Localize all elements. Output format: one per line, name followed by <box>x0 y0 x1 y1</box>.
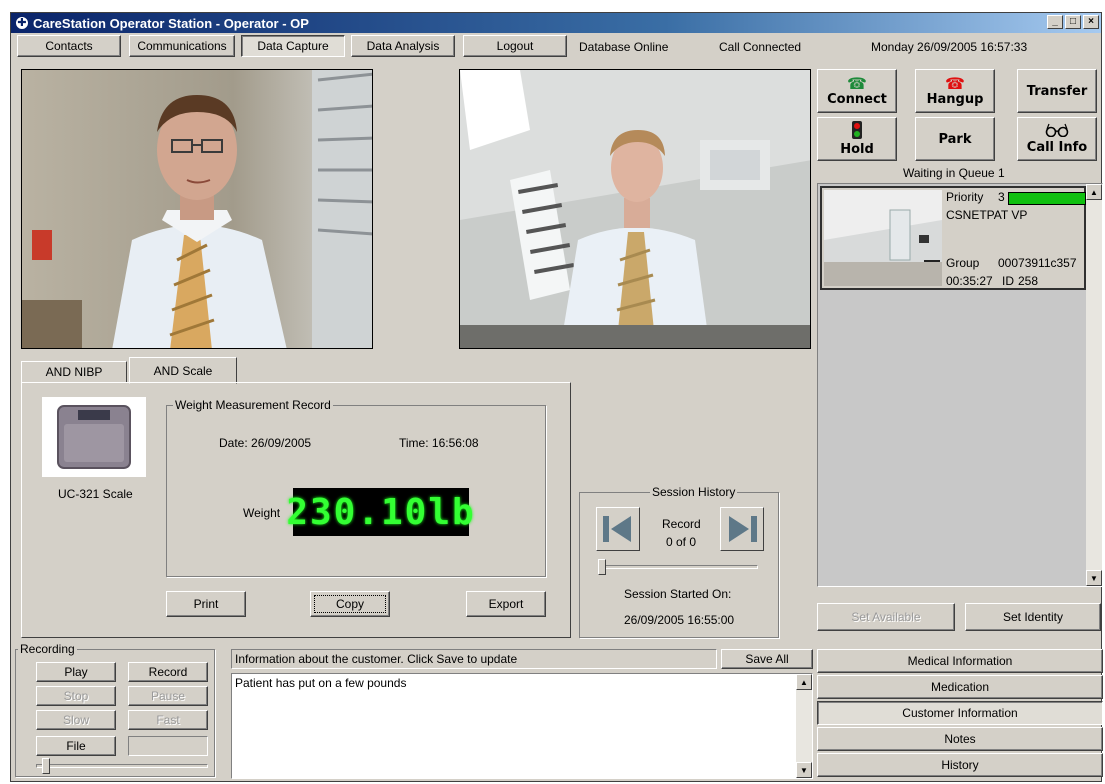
slow-button[interactable]: Slow <box>36 710 116 730</box>
hangup-button[interactable]: ☎ Hangup <box>915 69 995 113</box>
weight-record-group: Weight Measurement Record Date: 26/09/20… <box>166 398 546 577</box>
pause-button[interactable]: Pause <box>128 686 208 706</box>
record-button[interactable]: Record <box>128 662 208 682</box>
carestation-app-icon: ✚ <box>15 16 29 30</box>
contacts-button[interactable]: Contacts <box>17 35 121 57</box>
queue-title: Waiting in Queue 1 <box>903 166 1005 180</box>
notes-scrollbar[interactable]: ▲ ▼ <box>796 674 812 778</box>
save-all-button[interactable]: Save All <box>721 649 813 669</box>
play-button[interactable]: Play <box>36 662 116 682</box>
priority-bar-fill <box>1009 193 1085 204</box>
transfer-button[interactable]: Transfer <box>1017 69 1097 113</box>
queue-item[interactable]: Priority 3 CSNETPAT VP Group 00073911c35… <box>820 186 1086 290</box>
scroll-up-icon[interactable]: ▲ <box>1086 184 1102 200</box>
weight-label: Weight <box>243 506 281 520</box>
next-record-button[interactable] <box>720 507 764 551</box>
session-started-label: Session Started On: <box>624 587 732 601</box>
connect-button[interactable]: ☎ Connect <box>817 69 897 113</box>
bathroom-scale-icon <box>57 405 131 469</box>
traffic-light-icon <box>852 121 862 142</box>
notes-scroll-up-icon[interactable]: ▲ <box>796 674 812 690</box>
scale-device-image <box>42 397 146 477</box>
remote-video-feed <box>459 69 811 349</box>
customer-information-button[interactable]: Customer Information <box>817 701 1103 725</box>
fast-button[interactable]: Fast <box>128 710 208 730</box>
logout-button[interactable]: Logout <box>463 35 567 57</box>
next-record-icon <box>729 516 757 542</box>
queue-item-thumbnail <box>824 190 942 286</box>
file-button[interactable]: File <box>36 736 116 756</box>
call-status: Call Connected <box>719 40 802 54</box>
database-status: Database Online <box>579 40 669 54</box>
customer-notes-text: Patient has put on a few pounds <box>235 676 407 690</box>
previous-record-button[interactable] <box>596 507 640 551</box>
session-history-title: Session History <box>650 485 738 499</box>
recording-group: Recording Play Record Stop Pause Slow Fa… <box>15 642 215 777</box>
file-name-field[interactable] <box>128 736 208 756</box>
title-bar[interactable]: ✚ CareStation Operator Station - Operato… <box>11 13 1101 33</box>
weight-lcd-display: 230.10lb <box>286 488 474 536</box>
playback-slider-track[interactable] <box>36 764 208 768</box>
queue-scrollbar[interactable]: ▲ ▼ <box>1086 184 1102 586</box>
tab-and-nibp[interactable]: AND NIBP <box>21 361 127 383</box>
queue-elapsed-time: 00:35:27 <box>946 274 993 288</box>
medication-button[interactable]: Medication <box>817 675 1103 699</box>
tab-and-scale[interactable]: AND Scale <box>129 357 237 384</box>
scale-tab-panel: UC-321 Scale Weight Measurement Record D… <box>21 382 571 638</box>
session-started-value: 26/09/2005 16:55:00 <box>624 613 735 627</box>
session-history-group: Session History Record 0 of 0 Session St… <box>579 485 779 638</box>
history-button[interactable]: History <box>817 753 1103 777</box>
hold-button[interactable]: Hold <box>817 117 897 161</box>
group-label: Group <box>946 256 980 270</box>
id-label: ID <box>1002 274 1014 288</box>
notes-button[interactable]: Notes <box>817 727 1103 751</box>
scroll-down-icon[interactable]: ▼ <box>1086 570 1102 586</box>
queue-list[interactable]: Priority 3 CSNETPAT VP Group 00073911c35… <box>817 183 1103 587</box>
priority-label: Priority <box>946 190 984 204</box>
record-count: 0 of 0 <box>666 535 697 549</box>
stop-button[interactable]: Stop <box>36 686 116 706</box>
record-slider-track[interactable] <box>598 565 758 569</box>
window-title: CareStation Operator Station - Operator … <box>33 15 309 31</box>
priority-value: 3 <box>998 190 1005 204</box>
main-window: ✚ CareStation Operator Station - Operato… <box>10 12 1103 782</box>
communications-button[interactable]: Communications <box>129 35 235 57</box>
weight-time: Time: 16:56:08 <box>399 436 479 450</box>
playback-slider-thumb[interactable] <box>42 758 50 774</box>
record-slider-thumb[interactable] <box>598 559 606 575</box>
device-name: UC-321 Scale <box>58 487 133 501</box>
datetime-display: Monday 26/09/2005 16:57:33 <box>871 40 1028 54</box>
export-button[interactable]: Export <box>466 591 546 617</box>
set-identity-button[interactable]: Set Identity <box>965 603 1101 631</box>
priority-bar <box>1008 192 1086 205</box>
customer-notes-textarea[interactable]: Patient has put on a few pounds ▲ ▼ <box>231 673 813 779</box>
call-info-button[interactable]: Call Info <box>1017 117 1097 161</box>
copy-button[interactable]: Copy <box>310 591 390 617</box>
print-button[interactable]: Print <box>166 591 246 617</box>
recording-title: Recording <box>18 642 77 656</box>
local-video-feed <box>21 69 373 349</box>
group-value: 00073911c357 <box>998 256 1077 270</box>
phone-red-icon: ☎ <box>945 73 965 93</box>
previous-record-icon <box>603 516 631 542</box>
customer-info-prompt: Information about the customer. Click Sa… <box>231 649 717 669</box>
notes-scroll-down-icon[interactable]: ▼ <box>796 762 812 778</box>
medical-information-button[interactable]: Medical Information <box>817 649 1103 673</box>
minimize-icon[interactable]: _ <box>1047 15 1063 29</box>
record-label: Record <box>662 517 701 531</box>
glasses-icon <box>1045 123 1069 140</box>
weight-date: Date: 26/09/2005 <box>219 436 312 450</box>
data-capture-button[interactable]: Data Capture <box>241 35 345 57</box>
set-available-button[interactable]: Set Available <box>817 603 955 631</box>
close-icon[interactable]: × <box>1083 15 1099 29</box>
data-analysis-button[interactable]: Data Analysis <box>351 35 455 57</box>
id-value: 258 <box>1018 274 1039 288</box>
weight-record-title: Weight Measurement Record <box>173 398 333 412</box>
maximize-icon[interactable]: □ <box>1065 15 1081 29</box>
park-button[interactable]: Park <box>915 117 995 161</box>
phone-green-icon: ☎ <box>847 73 867 93</box>
caller-name: CSNETPAT VP <box>946 208 1028 222</box>
